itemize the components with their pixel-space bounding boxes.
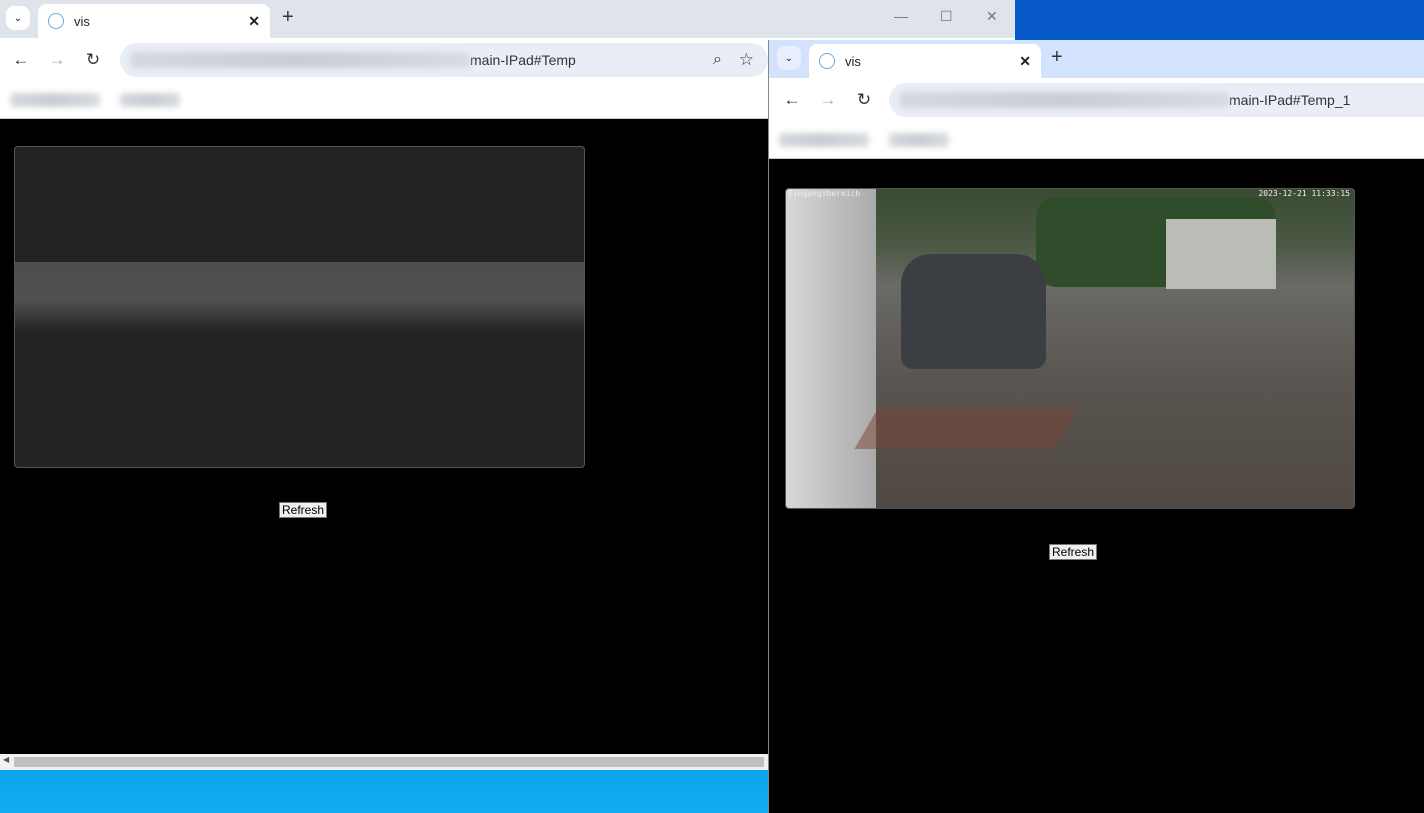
close-window-button[interactable]: ✕ <box>986 8 998 25</box>
camera-timestamp: 2023-12-21 11:33:15 <box>1258 189 1350 198</box>
address-bar[interactable]: main-IPad#Temp_1 <box>889 83 1424 117</box>
tab-title: vis <box>845 53 861 69</box>
browser-window-right: ⌄ vis ✕ + ← → ↻ main-IPad#Temp_1 Eingang… <box>768 40 1424 813</box>
toolbar: ← → ↻ main-IPad#Temp_1 <box>769 78 1424 122</box>
page-content: Eingangsbereich 2023-12-21 11:33:15 Refr… <box>769 160 1424 813</box>
tab-search-button[interactable]: ⌄ <box>6 6 30 30</box>
tab-strip: ⌄ vis ✕ + <box>769 40 1424 78</box>
url-text: main-IPad#Temp_1 <box>1229 92 1351 108</box>
reload-icon[interactable]: ↻ <box>75 50 111 70</box>
url-text: main-IPad#Temp <box>470 52 576 68</box>
horizontal-scrollbar[interactable]: ◀ <box>0 754 768 770</box>
back-icon[interactable]: ← <box>774 90 810 110</box>
refresh-button[interactable]: Refresh <box>279 502 328 518</box>
address-bar[interactable]: main-IPad#Temp ⌕ ☆ <box>120 43 768 77</box>
reload-icon[interactable]: ↻ <box>846 90 882 110</box>
camera-label: Eingangsbereich <box>788 189 861 198</box>
tab-vis[interactable]: vis ✕ <box>809 44 1041 78</box>
new-tab-button[interactable]: + <box>1051 46 1063 69</box>
close-tab-icon[interactable]: ✕ <box>1019 53 1031 70</box>
tab-vis[interactable]: vis ✕ <box>38 4 270 38</box>
forward-icon[interactable]: → <box>39 50 75 70</box>
bookmark-star-icon[interactable]: ☆ <box>739 50 754 70</box>
car <box>901 254 1046 369</box>
forward-icon[interactable]: → <box>810 90 846 110</box>
bookmarks-bar <box>769 122 1424 159</box>
refresh-button[interactable]: Refresh <box>1049 544 1098 560</box>
zoom-icon[interactable]: ⌕ <box>713 51 722 69</box>
minimize-button[interactable]: — <box>894 8 908 24</box>
tab-search-button[interactable]: ⌄ <box>777 46 801 70</box>
vis-favicon-icon <box>819 53 835 69</box>
camera-image: Eingangsbereich 2023-12-21 11:33:15 <box>785 188 1355 509</box>
back-icon[interactable]: ← <box>3 50 39 70</box>
new-tab-button[interactable]: + <box>282 6 294 29</box>
tab-strip: ⌄ vis ✕ + — ☐ ✕ <box>0 0 1015 38</box>
camera-image-loading <box>14 146 585 468</box>
vis-favicon-icon <box>48 13 64 29</box>
tab-title: vis <box>74 13 90 29</box>
close-tab-icon[interactable]: ✕ <box>248 13 260 30</box>
maximize-button[interactable]: ☐ <box>940 8 953 25</box>
